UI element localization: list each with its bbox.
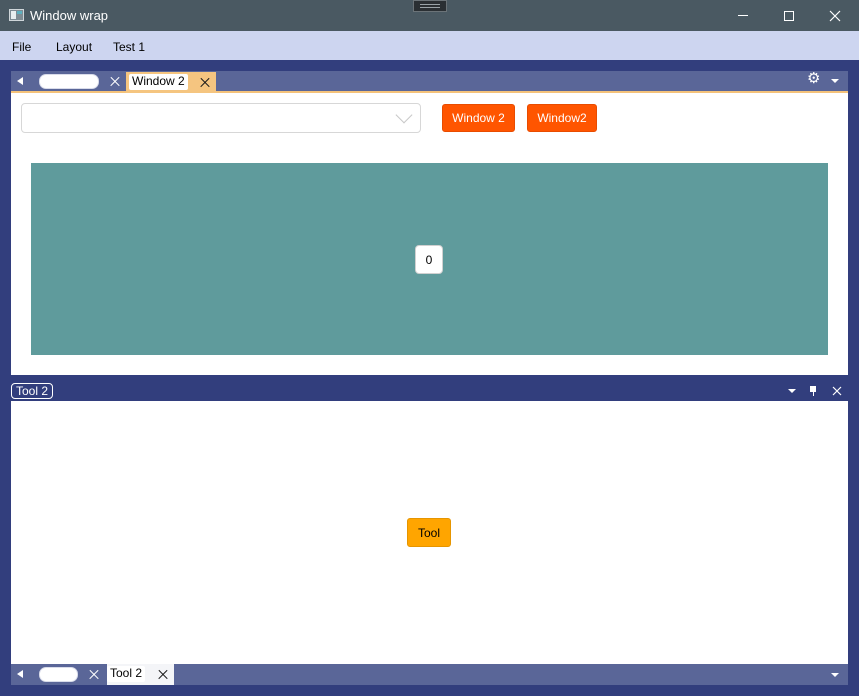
window-title: Window wrap xyxy=(30,8,109,23)
app-icon xyxy=(9,9,24,21)
menu-layout[interactable]: Layout xyxy=(56,40,92,54)
close-window-button[interactable] xyxy=(812,0,858,31)
scroll-left-icon xyxy=(17,77,23,85)
menu-file[interactable]: File xyxy=(12,40,31,54)
combo-box[interactable] xyxy=(21,103,421,133)
window2-button[interactable]: Window2 xyxy=(527,104,597,132)
tab-tool-1[interactable] xyxy=(39,667,78,682)
tab-close-icon[interactable] xyxy=(108,75,122,89)
window-2-button[interactable]: Window 2 xyxy=(442,104,515,132)
tab-tool-2[interactable]: Tool 2 xyxy=(107,664,174,685)
menu-bar: File Layout Test 1 xyxy=(0,31,859,60)
tab-document-1[interactable] xyxy=(39,74,99,89)
minimize-icon xyxy=(738,15,748,16)
scroll-left-button[interactable] xyxy=(11,71,31,92)
title-bar[interactable]: Window wrap xyxy=(0,0,859,31)
settings-gear-icon[interactable]: ⚙ xyxy=(807,71,821,86)
maximize-icon xyxy=(784,10,794,21)
drag-grip-icon[interactable] xyxy=(413,0,447,12)
scroll-left-icon xyxy=(17,670,23,678)
tool-pane-header: Tool 2 xyxy=(11,381,848,401)
pin-icon[interactable] xyxy=(808,386,818,396)
tab-label: Window 2 xyxy=(129,74,188,90)
maximize-button[interactable] xyxy=(766,0,812,31)
tool-button[interactable]: Tool xyxy=(407,518,451,547)
close-icon[interactable] xyxy=(832,386,842,396)
overflow-dropdown-icon[interactable] xyxy=(831,79,839,83)
tab-window-2[interactable]: Window 2 xyxy=(126,72,216,93)
options-dropdown-icon[interactable] xyxy=(788,389,796,393)
tab-close-icon[interactable] xyxy=(198,76,212,90)
tool-pane-title[interactable]: Tool 2 xyxy=(11,383,54,399)
close-icon xyxy=(829,10,841,21)
overflow-dropdown-icon[interactable] xyxy=(831,673,839,677)
chevron-down-icon xyxy=(395,106,413,124)
menu-test-1[interactable]: Test 1 xyxy=(113,40,145,54)
tab-close-icon[interactable] xyxy=(156,668,170,682)
counter-button[interactable]: 0 xyxy=(415,245,443,274)
minimize-button[interactable] xyxy=(720,0,766,31)
tab-label: Tool 2 xyxy=(107,666,146,682)
scroll-left-button[interactable] xyxy=(11,664,31,685)
tab-close-icon[interactable] xyxy=(87,668,101,682)
